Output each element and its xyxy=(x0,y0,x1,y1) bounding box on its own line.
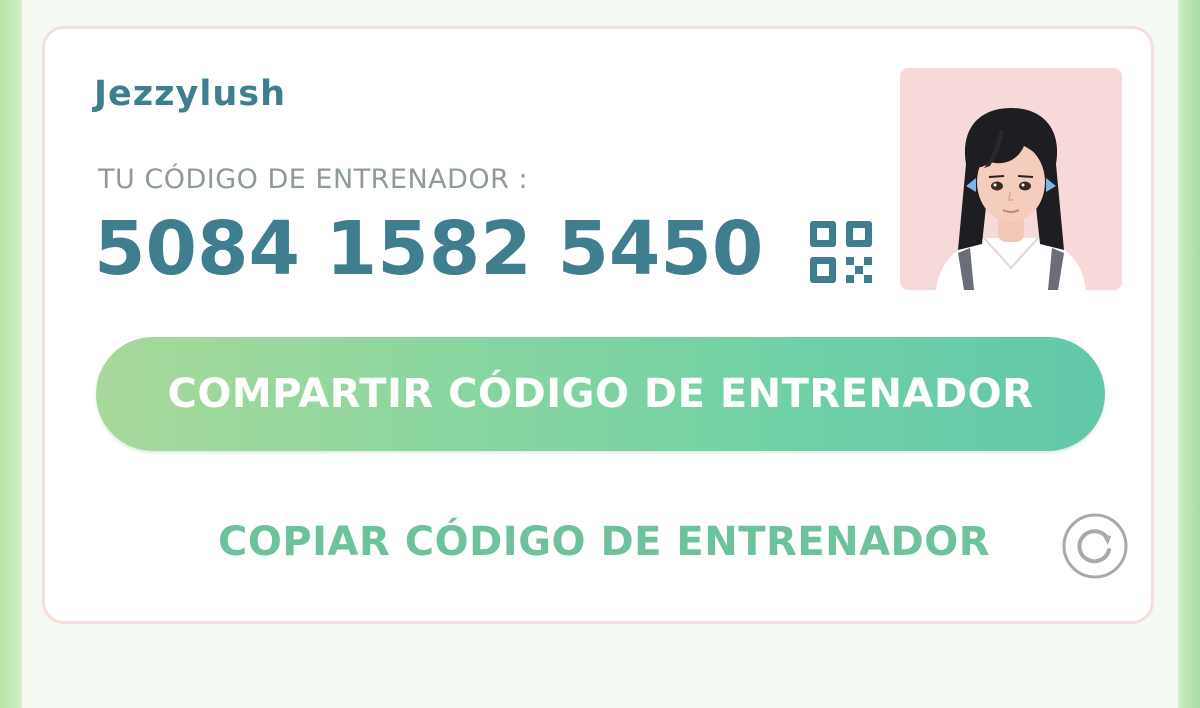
qr-code-icon[interactable] xyxy=(808,219,874,285)
trainer-name: Jezzylush xyxy=(94,74,286,114)
copy-code-button[interactable]: COPIAR CÓDIGO DE ENTRENADOR xyxy=(218,519,990,565)
trainer-code-label: TU CÓDIGO DE ENTRENADOR : xyxy=(98,164,529,195)
refresh-icon[interactable] xyxy=(1061,512,1129,580)
trainer-code-value: 5084 1582 5450 xyxy=(94,206,764,292)
share-code-label: COMPARTIR CÓDIGO DE ENTRENADOR xyxy=(167,371,1034,417)
share-code-button[interactable]: COMPARTIR CÓDIGO DE ENTRENADOR xyxy=(96,337,1105,451)
trainer-avatar[interactable] xyxy=(900,68,1122,290)
